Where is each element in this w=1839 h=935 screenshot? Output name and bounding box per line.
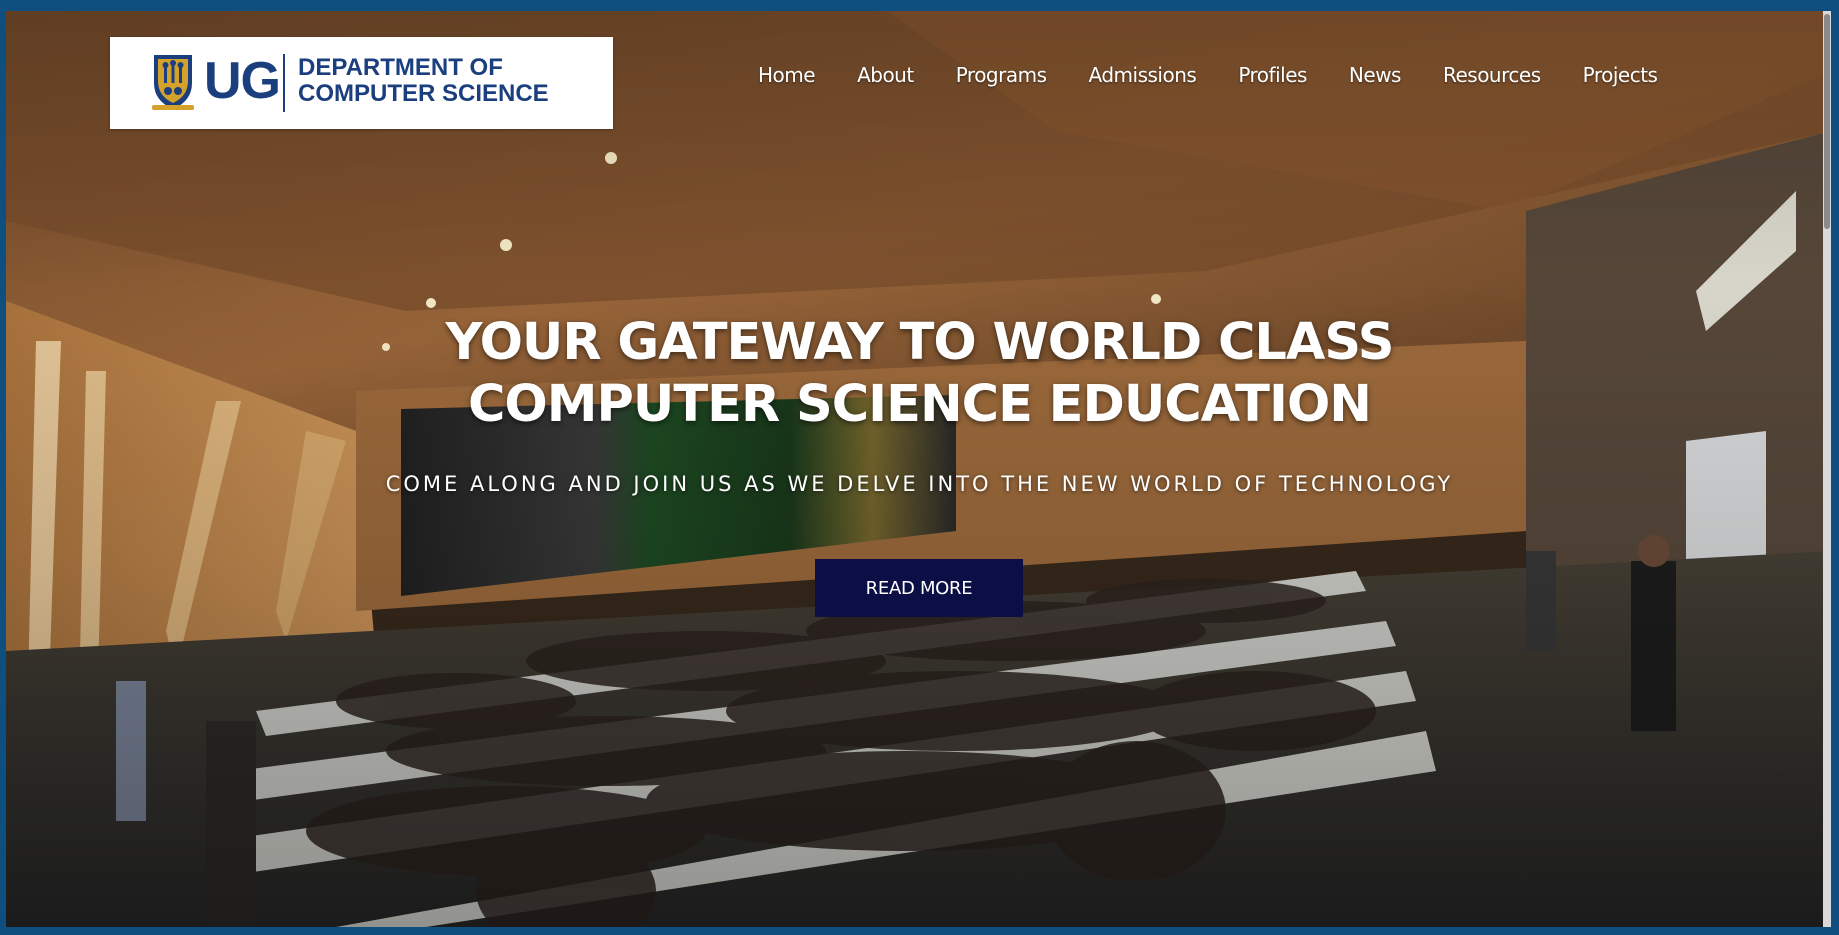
logo-divider: [283, 54, 285, 112]
window-frame-right: [1831, 0, 1839, 935]
window-frame-bottom: [0, 927, 1839, 935]
hero-headline-line-2: COMPUTER SCIENCE EDUCATION: [468, 375, 1372, 434]
hero-section: [6, 11, 1831, 927]
main-navigation: Home About Programs Admissions Profiles …: [758, 63, 1658, 87]
hero-headline: YOUR GATEWAY TO WORLD CLASS COMPUTER SCI…: [0, 312, 1839, 436]
logo-department-text: DEPARTMENT OF COMPUTER SCIENCE: [298, 55, 549, 107]
nav-home[interactable]: Home: [758, 63, 816, 87]
hero-subheadline: COME ALONG AND JOIN US AS WE DELVE INTO …: [385, 472, 1454, 496]
nav-projects[interactable]: Projects: [1583, 63, 1658, 87]
page-scrollbar-thumb[interactable]: [1824, 14, 1830, 229]
nav-news[interactable]: News: [1349, 63, 1402, 87]
nav-profiles[interactable]: Profiles: [1238, 63, 1307, 87]
read-more-button[interactable]: READ MORE: [815, 559, 1023, 617]
logo-line-1: DEPARTMENT OF: [298, 54, 503, 81]
logo-line-2: COMPUTER SCIENCE: [298, 80, 549, 107]
nav-programs[interactable]: Programs: [956, 63, 1047, 87]
nav-admissions[interactable]: Admissions: [1089, 63, 1197, 87]
logo-ug-text: UG: [204, 52, 281, 110]
site-logo[interactable]: UG DEPARTMENT OF COMPUTER SCIENCE: [110, 37, 613, 129]
nav-about[interactable]: About: [857, 63, 914, 87]
hero-headline-line-1: YOUR GATEWAY TO WORLD CLASS: [445, 313, 1394, 372]
nav-resources[interactable]: Resources: [1443, 63, 1541, 87]
hero-overlay: [6, 11, 1831, 927]
window-frame-top: [0, 0, 1839, 11]
university-crest-icon: [152, 55, 194, 110]
